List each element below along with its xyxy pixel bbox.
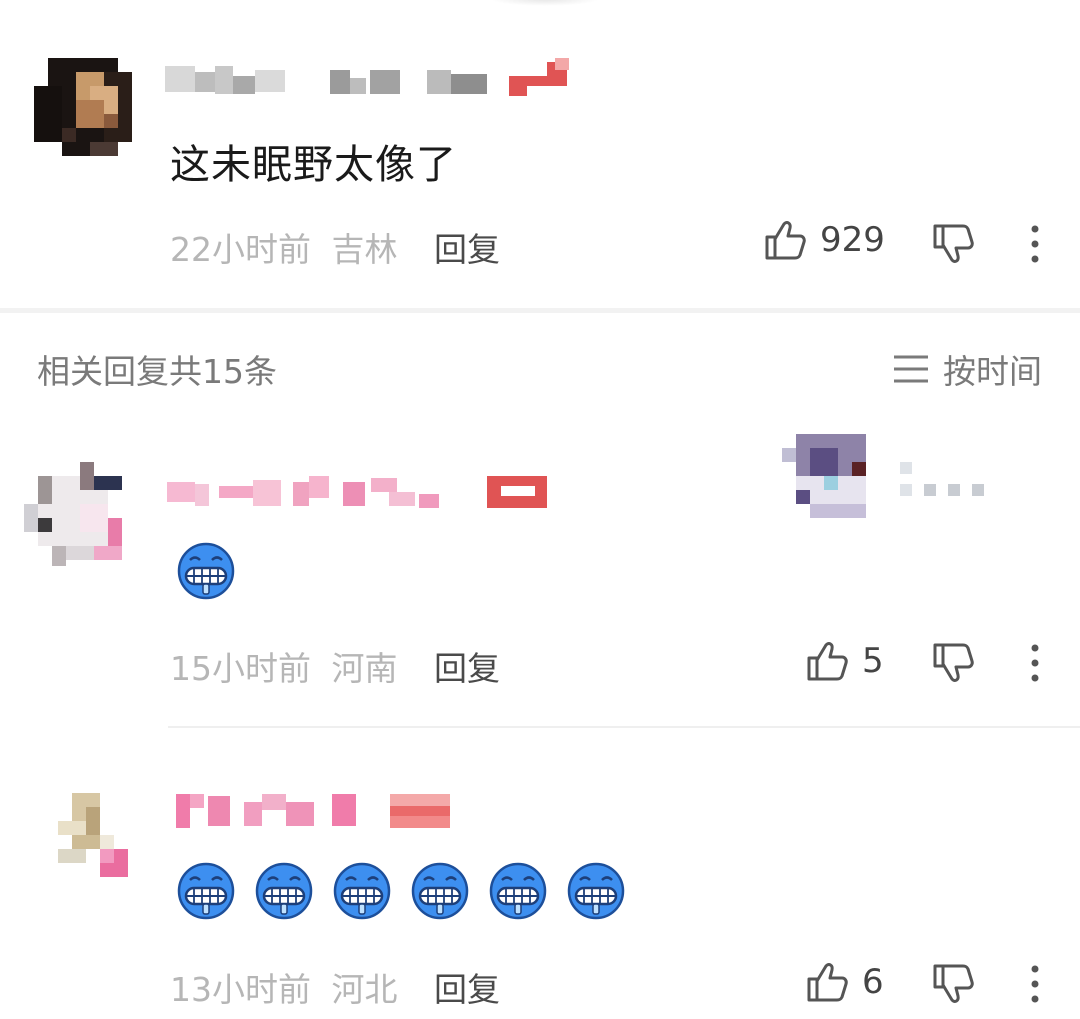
like-button[interactable]: 5: [806, 639, 884, 683]
like-button[interactable]: 929: [764, 218, 885, 262]
section-divider: [0, 308, 1080, 313]
username[interactable]: [176, 794, 456, 828]
more-vertical-icon: [1031, 225, 1039, 263]
emoji-row: [176, 540, 236, 600]
reply-meta: 15小时前 河南 回复: [170, 642, 500, 690]
grimace-emoji-icon: [176, 540, 236, 600]
thumbs-down-icon: [933, 224, 974, 263]
like-count: 5: [862, 641, 884, 681]
grimace-emoji-icon: [332, 860, 392, 920]
avatar[interactable]: [24, 462, 122, 566]
reply-location: 河北: [331, 970, 398, 1009]
dislike-button[interactable]: [932, 962, 976, 1006]
reply-meta: 13小时前 河北 回复: [170, 963, 500, 1011]
avatar[interactable]: [782, 434, 880, 522]
more-button[interactable]: [1028, 224, 1042, 264]
reply-location: 河南: [331, 649, 398, 688]
more-button[interactable]: [1028, 643, 1042, 683]
more-vertical-icon: [1031, 644, 1039, 682]
reply-button[interactable]: 回复: [434, 230, 500, 269]
username[interactable]: [167, 476, 557, 508]
reply-to-username[interactable]: [900, 460, 990, 496]
thumbs-down-icon: [933, 964, 974, 1003]
like-count: 929: [820, 220, 885, 260]
reply-button[interactable]: 回复: [434, 649, 500, 688]
thumbs-up-icon: [807, 642, 848, 681]
avatar[interactable]: [58, 793, 132, 877]
comment-meta: 22小时前 吉林 回复: [170, 223, 500, 271]
like-count: 6: [862, 962, 884, 1002]
scroll-shadow: [490, 0, 600, 6]
grimace-emoji-icon: [410, 860, 470, 920]
emoji-row: [176, 860, 626, 920]
comment-text: 这未眠野太像了: [170, 142, 457, 188]
reply-button[interactable]: 回复: [434, 970, 500, 1009]
replies-count-title: 相关回复共15条: [37, 352, 277, 391]
thumbs-up-icon: [807, 963, 848, 1002]
sort-label: 按时间: [943, 352, 1042, 391]
thumbs-down-icon: [933, 643, 974, 682]
dislike-button[interactable]: [932, 222, 976, 266]
dislike-button[interactable]: [932, 641, 976, 685]
comment-location: 吉林: [331, 230, 398, 269]
more-vertical-icon: [1031, 965, 1039, 1003]
sort-button[interactable]: 按时间: [893, 345, 1042, 393]
reply-time: 15小时前: [170, 649, 311, 688]
comment-time: 22小时前: [170, 230, 311, 269]
grimace-emoji-icon: [488, 860, 548, 920]
grimace-emoji-icon: [176, 860, 236, 920]
username[interactable]: [165, 58, 575, 96]
like-button[interactable]: 6: [806, 960, 884, 1004]
reply-divider: [168, 726, 1080, 728]
more-button[interactable]: [1028, 964, 1042, 1004]
grimace-emoji-icon: [566, 860, 626, 920]
sort-lines-icon: [894, 355, 928, 383]
avatar[interactable]: [34, 58, 132, 156]
grimace-emoji-icon: [254, 860, 314, 920]
thumbs-up-icon: [765, 221, 806, 260]
reply-time: 13小时前: [170, 970, 311, 1009]
